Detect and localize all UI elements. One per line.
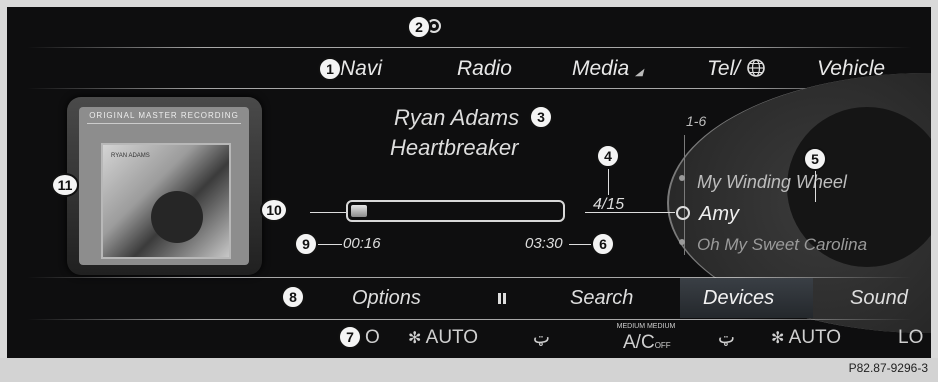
callout-1: 1 bbox=[318, 57, 342, 81]
menu-media[interactable]: Media ◢ bbox=[572, 57, 643, 81]
album-art-label: ORIGINAL MASTER RECORDING bbox=[89, 111, 239, 120]
disc-leader-line bbox=[815, 170, 816, 202]
devices-label: Devices bbox=[703, 287, 775, 309]
artist-name: Ryan Adams bbox=[394, 105, 520, 130]
tracklist-rail bbox=[684, 135, 685, 255]
submenu-indicator-icon: ◢ bbox=[635, 67, 643, 78]
head-unit-display: Navi Radio Media ◢ Tel/ Vehicle ORIGINAL … bbox=[7, 7, 931, 358]
top-divider bbox=[27, 47, 912, 48]
album-art-artist: RYAN ADAMS bbox=[111, 153, 150, 159]
airflow-left-icon[interactable]: ټ bbox=[533, 327, 550, 348]
fan-left-control[interactable]: ✻ AUTO bbox=[408, 327, 478, 349]
elapsed-leader-line bbox=[318, 244, 342, 245]
fan-icon: ✻ bbox=[408, 330, 422, 347]
progress-bar[interactable] bbox=[346, 200, 565, 222]
total-time: 03:30 bbox=[525, 235, 563, 252]
search-button[interactable]: Search bbox=[570, 287, 633, 310]
callout-2: 2 bbox=[407, 15, 431, 39]
duration-leader-line bbox=[569, 244, 591, 245]
counter-leader-line bbox=[608, 169, 609, 195]
ac-label: A/C bbox=[623, 332, 655, 353]
progress-fill bbox=[351, 205, 367, 217]
airflow-right-icon[interactable]: ټ bbox=[718, 327, 735, 348]
progress-leader-line bbox=[310, 212, 346, 213]
menu-divider bbox=[27, 88, 912, 89]
tracklist-range: 1-6 bbox=[686, 113, 707, 129]
globe-icon bbox=[747, 59, 765, 77]
airflow-mode-label: MEDIUM MEDIUM bbox=[616, 323, 676, 330]
callout-6: 6 bbox=[591, 232, 615, 256]
options-button[interactable]: Options bbox=[352, 287, 421, 310]
tracklist-leader-line bbox=[585, 212, 675, 213]
callout-4: 4 bbox=[596, 144, 620, 168]
album-art: ORIGINAL MASTER RECORDING RYAN ADAMS bbox=[67, 97, 262, 275]
left-temperature[interactable]: O bbox=[365, 327, 380, 349]
track-dot bbox=[679, 175, 685, 181]
callout-10: 10 bbox=[260, 198, 288, 222]
devices-button[interactable]: Devices bbox=[680, 278, 813, 318]
menu-navi[interactable]: Navi bbox=[340, 57, 382, 81]
track-item[interactable]: My Winding Wheel bbox=[697, 172, 847, 193]
track-item-selected[interactable]: Amy bbox=[699, 203, 739, 226]
callout-5: 5 bbox=[803, 147, 827, 171]
right-temperature[interactable]: LO bbox=[898, 327, 923, 349]
callout-7: 7 bbox=[338, 325, 362, 349]
climate-divider bbox=[27, 319, 912, 320]
callout-8: 8 bbox=[281, 285, 305, 309]
figure-code: P82.87-9296-3 bbox=[848, 361, 928, 375]
fan-left-label: AUTO bbox=[425, 327, 479, 348]
album-name: Heartbreaker bbox=[390, 135, 519, 160]
figure-caption-strip: P82.87-9296-3 bbox=[0, 358, 938, 382]
menu-media-label: Media bbox=[572, 57, 630, 80]
menu-tel[interactable]: Tel/ bbox=[707, 57, 766, 81]
track-item[interactable]: Oh My Sweet Carolina bbox=[697, 235, 867, 255]
fan-icon: ✻ bbox=[771, 330, 785, 347]
fan-right-label: AUTO bbox=[788, 327, 842, 348]
elapsed-time: 00:16 bbox=[343, 235, 381, 252]
track-dot bbox=[679, 239, 685, 245]
callout-11: 11 bbox=[51, 173, 79, 197]
ac-button[interactable]: A/COFF bbox=[623, 332, 671, 354]
fan-right-control[interactable]: ✻ AUTO bbox=[771, 327, 841, 349]
menu-radio[interactable]: Radio bbox=[457, 57, 512, 81]
menu-tel-label: Tel/ bbox=[707, 57, 741, 80]
callout-9: 9 bbox=[294, 232, 318, 256]
selected-track-marker-icon bbox=[676, 206, 690, 220]
ac-state: OFF bbox=[654, 341, 671, 350]
callout-3: 3 bbox=[529, 105, 553, 129]
sound-button[interactable]: Sound bbox=[850, 287, 908, 310]
